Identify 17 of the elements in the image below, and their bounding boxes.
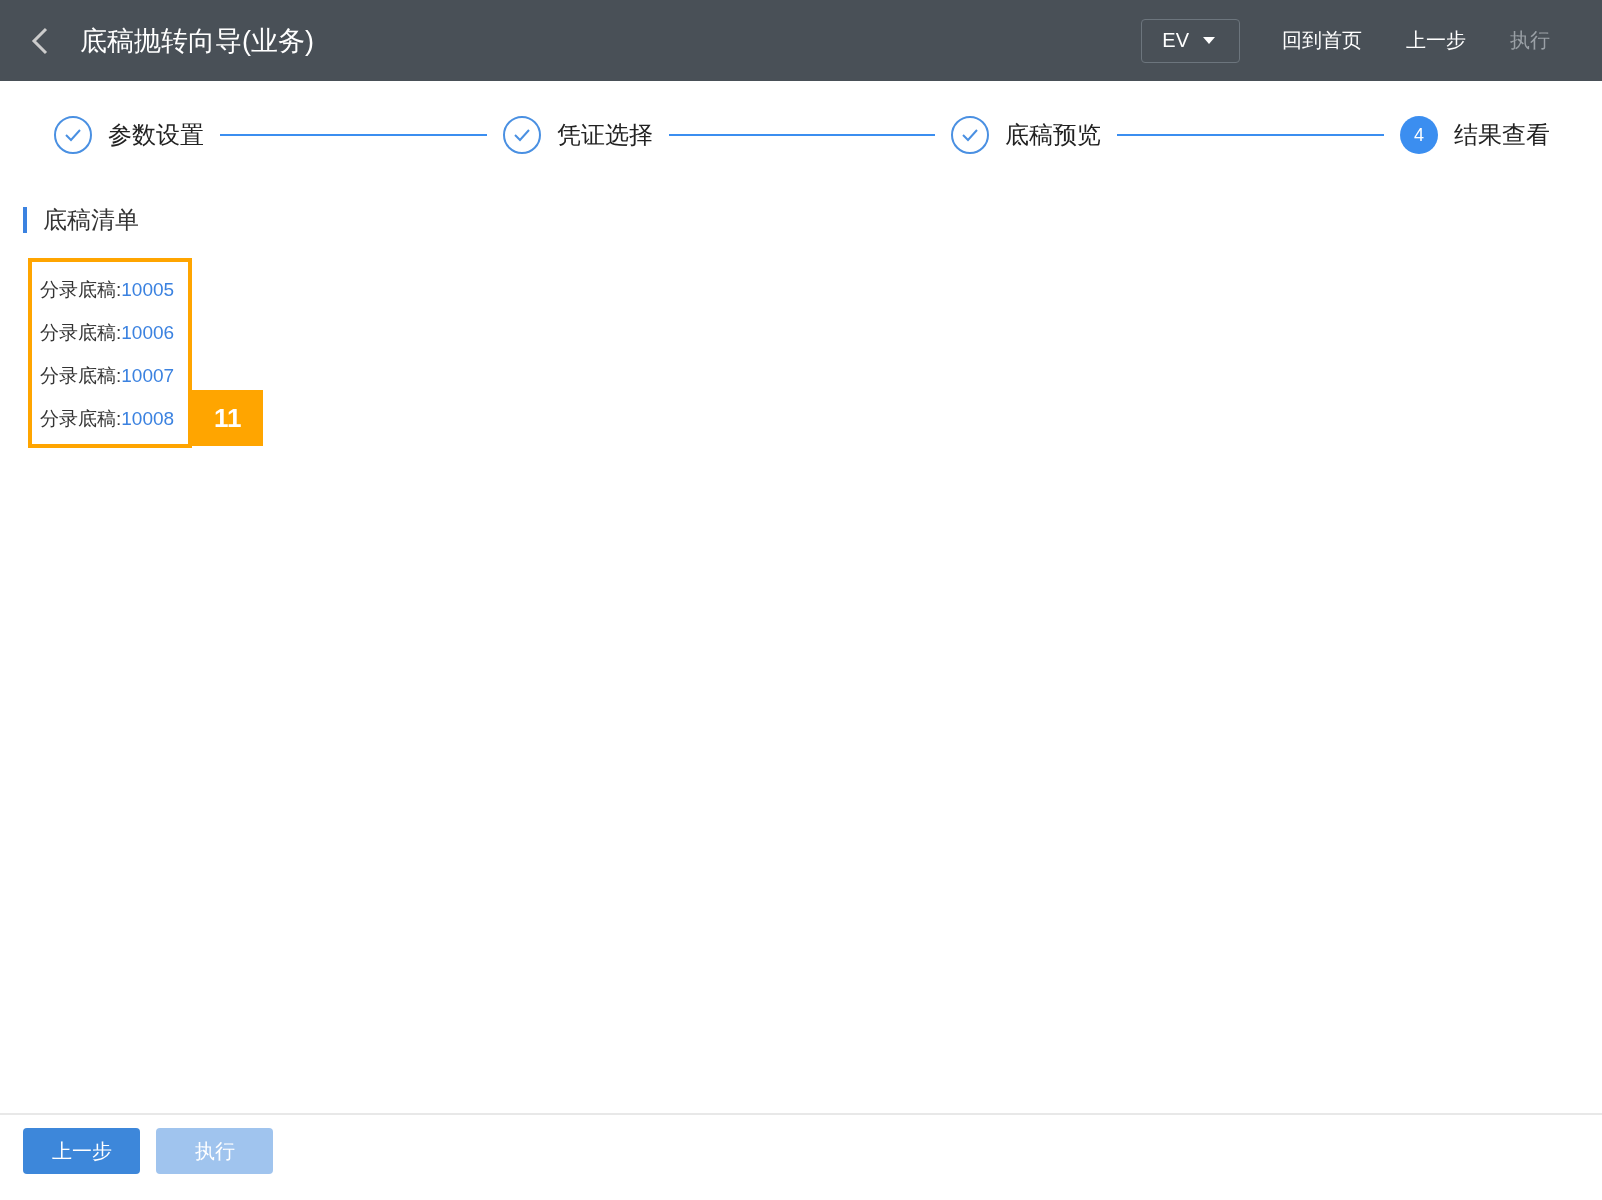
header-button[interactable]: 上一步 bbox=[1384, 18, 1488, 63]
caret-icon bbox=[1203, 36, 1215, 45]
callout-badge: 11 bbox=[192, 390, 264, 446]
draft-entry: 分录底稿:10008 bbox=[40, 407, 175, 431]
step-label: 结果查看 bbox=[1454, 120, 1550, 150]
step-label: 凭证选择 bbox=[556, 120, 653, 150]
footer-button[interactable]: 上一步 bbox=[23, 1128, 140, 1174]
step-label: 底稿预览 bbox=[1005, 120, 1102, 150]
window-title: 底稿抛转向导(业务) bbox=[80, 24, 315, 58]
dropdown[interactable]: EV bbox=[1141, 18, 1240, 63]
draft-entry: 分录底稿:10005 bbox=[40, 278, 175, 302]
step-label: 参数设置 bbox=[108, 120, 204, 150]
header-button[interactable]: 回到首页 bbox=[1260, 18, 1384, 63]
draft-entry: 分录底稿:10006 bbox=[40, 321, 175, 345]
step-number: 4 bbox=[1400, 116, 1438, 154]
section-title: 底稿清单 bbox=[23, 207, 1602, 233]
draft-entry: 分录底稿:10007 bbox=[40, 364, 175, 388]
